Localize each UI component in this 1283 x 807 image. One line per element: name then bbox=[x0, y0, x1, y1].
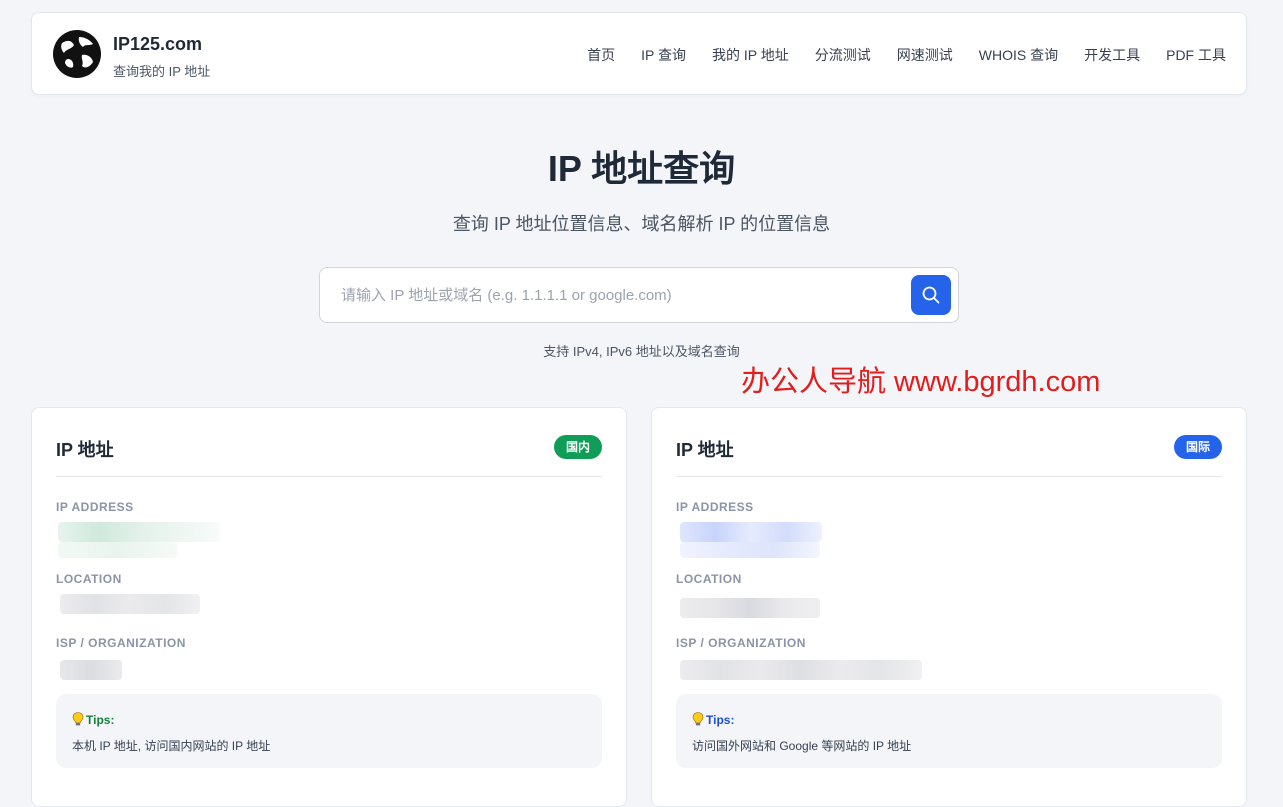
search-input[interactable] bbox=[321, 269, 901, 321]
tips-text: 本机 IP 地址, 访问国内网站的 IP 地址 bbox=[72, 739, 271, 753]
search-icon bbox=[922, 286, 940, 304]
nav-item-whois[interactable]: WHOIS 查询 bbox=[979, 45, 1058, 65]
card-title: IP 地址 bbox=[56, 440, 114, 460]
nav-item-speed-test[interactable]: 网速测试 bbox=[897, 45, 953, 65]
field-label-isp: ISP / ORGANIZATION bbox=[676, 636, 806, 650]
brand-subtitle: 查询我的 IP 地址 bbox=[113, 64, 211, 79]
isp-value-redacted bbox=[680, 660, 922, 680]
site-header: IP125.com 查询我的 IP 地址 首页 IP 查询 我的 IP 地址 分… bbox=[31, 12, 1247, 95]
field-label-ip: IP ADDRESS bbox=[56, 500, 134, 514]
nav-item-my-ip[interactable]: 我的 IP 地址 bbox=[712, 45, 789, 65]
search-button[interactable] bbox=[911, 275, 951, 315]
tips-title: Tips: bbox=[692, 712, 734, 727]
lightbulb-icon bbox=[72, 712, 84, 726]
tips-title-text: Tips: bbox=[86, 713, 115, 727]
isp-value-redacted bbox=[60, 660, 122, 680]
watermark-text: 办公人导航 www.bgrdh.com bbox=[741, 366, 1101, 398]
nav-item-dev-tools[interactable]: 开发工具 bbox=[1084, 45, 1140, 65]
ip-value-redacted bbox=[58, 542, 178, 558]
ip-card-domestic: IP 地址 国内 IP ADDRESS LOCATION ISP / ORGAN… bbox=[31, 407, 627, 807]
nav-item-ip-lookup[interactable]: IP 查询 bbox=[641, 45, 686, 65]
nav-item-home[interactable]: 首页 bbox=[587, 45, 615, 65]
tips-text: 访问国外网站和 Google 等网站的 IP 地址 bbox=[692, 739, 912, 753]
field-label-location: LOCATION bbox=[56, 572, 122, 586]
page-title: IP 地址查询 bbox=[547, 148, 736, 189]
tips-title: Tips: bbox=[72, 712, 114, 727]
status-badge: 国际 bbox=[1173, 435, 1222, 459]
location-value-redacted bbox=[680, 598, 820, 618]
brand-name[interactable]: IP125.com bbox=[113, 34, 202, 55]
main-nav: 首页 IP 查询 我的 IP 地址 分流测试 网速测试 WHOIS 查询 开发工… bbox=[587, 45, 1226, 65]
page-subtitle: 查询 IP 地址位置信息、域名解析 IP 的位置信息 bbox=[452, 214, 831, 234]
field-label-isp: ISP / ORGANIZATION bbox=[56, 636, 186, 650]
status-badge: 国内 bbox=[553, 435, 602, 459]
location-value-redacted bbox=[60, 594, 200, 614]
ip-value-redacted bbox=[680, 542, 820, 558]
field-label-location: LOCATION bbox=[676, 572, 742, 586]
card-title: IP 地址 bbox=[676, 440, 734, 460]
ip-value-redacted bbox=[680, 522, 822, 542]
globe-icon[interactable] bbox=[52, 29, 102, 79]
nav-item-split-test[interactable]: 分流测试 bbox=[815, 45, 871, 65]
divider bbox=[56, 476, 602, 477]
tips-box: Tips: 本机 IP 地址, 访问国内网站的 IP 地址 bbox=[56, 694, 602, 768]
ip-value-redacted bbox=[58, 522, 220, 542]
nav-item-pdf-tools[interactable]: PDF 工具 bbox=[1166, 45, 1226, 65]
search-bar bbox=[319, 267, 959, 323]
ip-card-international: IP 地址 国际 IP ADDRESS LOCATION ISP / ORGAN… bbox=[651, 407, 1247, 807]
tips-box: Tips: 访问国外网站和 Google 等网站的 IP 地址 bbox=[676, 694, 1222, 768]
tips-title-text: Tips: bbox=[706, 713, 735, 727]
field-label-ip: IP ADDRESS bbox=[676, 500, 754, 514]
lightbulb-icon bbox=[692, 712, 704, 726]
divider bbox=[676, 476, 1222, 477]
